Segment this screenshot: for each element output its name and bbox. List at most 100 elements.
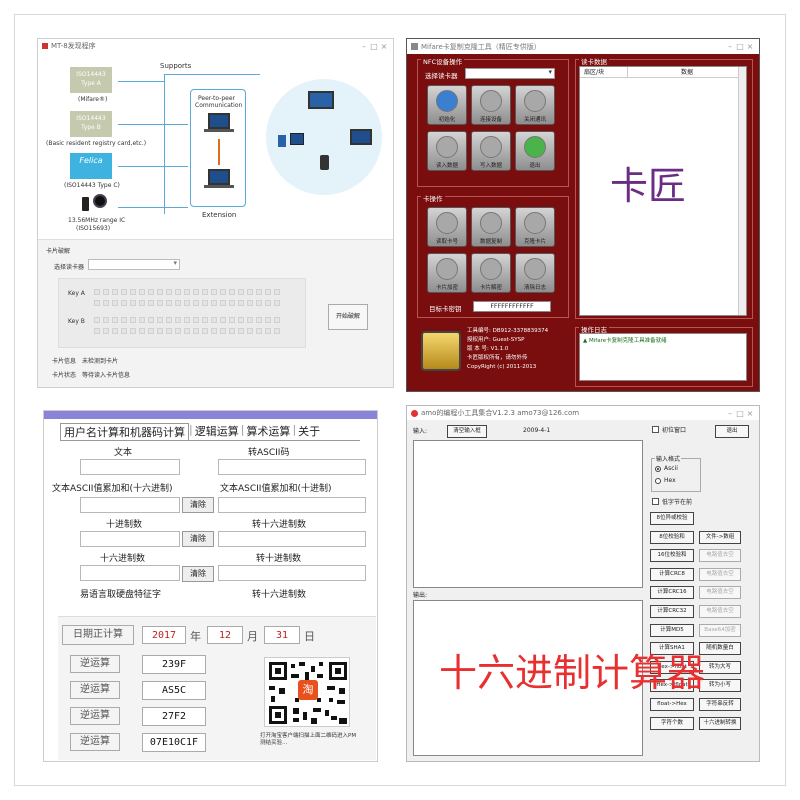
tool-button[interactable]: 8位异或校验 xyxy=(650,512,694,525)
data-table[interactable]: 扇区/块 数据 卡匠 xyxy=(579,66,747,316)
key-b-grid-row2[interactable] xyxy=(94,328,280,334)
tool-button[interactable]: 8位校验和 xyxy=(650,530,694,544)
result-1[interactable]: 239F xyxy=(142,655,206,674)
read-button[interactable]: 读入数据 xyxy=(427,131,467,171)
minimize-icon[interactable]: – xyxy=(725,42,735,51)
tool-button[interactable]: 计算CRC16 xyxy=(650,586,694,600)
clear-button[interactable]: 清除 xyxy=(182,566,214,582)
tool-button[interactable]: 随机数量白 xyxy=(699,642,741,656)
year-input[interactable]: 2017 xyxy=(142,626,186,644)
info-box: 工具编号: DB912-3378839374 授权用户: Guest-SYSP … xyxy=(467,327,571,387)
tool-button[interactable]: 电路值去空 xyxy=(699,567,741,581)
result-3[interactable]: 27F2 xyxy=(142,707,206,726)
month-input[interactable]: 12 xyxy=(207,626,243,644)
decrypt-card-button[interactable]: 卡片解密 xyxy=(471,253,511,293)
tool-button[interactable]: 电路值去空 xyxy=(699,549,741,563)
close-comm-button[interactable]: 关闭通讯 xyxy=(515,85,555,125)
tool-button[interactable]: 计算CRC8 xyxy=(650,567,694,581)
ascii-output[interactable] xyxy=(218,459,366,475)
result-2[interactable]: AS5C xyxy=(142,681,206,700)
chip-caption: (Basic resident registry card,etc.) xyxy=(46,140,147,147)
tab-logic[interactable]: 逻辑运算 xyxy=(193,423,241,440)
tab-arith[interactable]: 算术运算 xyxy=(244,423,292,440)
input-textarea[interactable] xyxy=(413,440,643,588)
tab-username[interactable]: 用户名计算和机器码计算 xyxy=(60,423,189,440)
topmost-checkbox[interactable] xyxy=(652,426,659,433)
rfid-chip-icon xyxy=(82,197,89,211)
log-box[interactable]: ▲ Mifare卡复制克隆工具准备就绪 xyxy=(579,333,747,381)
monitor-icon xyxy=(308,91,334,109)
tool-button[interactable]: 转为小写 xyxy=(699,679,741,693)
clone-card-button[interactable]: 克隆卡片 xyxy=(515,207,555,247)
clear-button[interactable]: 清除 xyxy=(182,497,214,513)
sum-hex-output[interactable] xyxy=(80,497,180,513)
key-a-grid-row2[interactable] xyxy=(94,300,280,306)
laptop-icon xyxy=(350,129,372,145)
copy-data-button[interactable]: 数据复制 xyxy=(471,207,511,247)
clear-log-button[interactable]: 清除日志 xyxy=(515,253,555,293)
ascii-radio[interactable] xyxy=(655,466,661,472)
exit-button[interactable]: 退出 xyxy=(515,131,555,171)
close-icon[interactable]: × xyxy=(379,42,389,51)
mobile-icon xyxy=(320,155,329,170)
tool-button[interactable]: float->Hex xyxy=(650,698,694,711)
tab-about[interactable]: 关于 xyxy=(296,423,322,440)
tool-button[interactable]: 十六进制转换 xyxy=(699,716,741,730)
lowercase-checkbox[interactable] xyxy=(652,498,659,505)
tool-button[interactable]: 计算MD5 xyxy=(650,623,694,637)
reverse-button[interactable]: 逆运算 xyxy=(70,681,120,699)
text-input[interactable] xyxy=(80,459,180,475)
tool-button[interactable]: 16位校验和 xyxy=(650,549,694,563)
reverse-button[interactable]: 逆运算 xyxy=(70,655,120,673)
tool-button[interactable]: 字符串反转 xyxy=(699,698,741,711)
maximize-icon[interactable]: □ xyxy=(735,409,745,418)
tool-button[interactable]: 字符个数 xyxy=(650,716,694,730)
clear-input-button[interactable]: 清空输入框 xyxy=(447,425,487,438)
lock-icon xyxy=(436,258,458,280)
init-button[interactable]: 初始化 xyxy=(427,85,467,125)
key-a-grid[interactable] xyxy=(94,289,280,295)
info-line: 工具编号: DB912-3378839374 xyxy=(467,328,549,334)
hex-input[interactable] xyxy=(80,565,180,581)
dec-output[interactable] xyxy=(218,565,366,581)
exit-button[interactable]: 退出 xyxy=(715,425,749,438)
day-input[interactable]: 31 xyxy=(264,626,300,644)
maximize-icon[interactable]: □ xyxy=(735,42,745,51)
encrypt-card-button[interactable]: 卡片加密 xyxy=(427,253,467,293)
reverse-button[interactable]: 逆运算 xyxy=(70,707,120,725)
target-key-input[interactable]: FFFFFFFFFFFF xyxy=(473,301,551,312)
crack-button[interactable]: 开始破解 xyxy=(328,304,368,330)
maximize-icon[interactable]: □ xyxy=(369,42,379,51)
sum-dec-output[interactable] xyxy=(218,497,366,513)
tool-button[interactable]: 电路值去空 xyxy=(699,605,741,618)
clear-button[interactable]: 清除 xyxy=(182,531,214,547)
hex-radio[interactable] xyxy=(655,478,661,484)
close-icon[interactable]: × xyxy=(745,409,755,418)
result-4[interactable]: 07E10C1F xyxy=(142,733,206,752)
key-b-grid[interactable] xyxy=(94,317,280,323)
reader-select[interactable]: ▾ xyxy=(88,259,180,270)
close-icon[interactable]: × xyxy=(745,42,755,51)
tool-button[interactable]: Base64加密 xyxy=(699,623,741,637)
tool-button[interactable]: 电路值去空 xyxy=(699,586,741,600)
read-card-id-button[interactable]: 读取卡号 xyxy=(427,207,467,247)
minimize-icon[interactable]: – xyxy=(359,42,369,51)
reader-select[interactable]: ▾ xyxy=(465,68,555,79)
table-scrollbar[interactable] xyxy=(738,67,746,315)
tool-button[interactable]: 文件->数组 xyxy=(699,530,741,544)
hex-output[interactable] xyxy=(218,531,366,547)
write-button[interactable]: 写入数据 xyxy=(471,131,511,171)
watermark: 十六进制计算器 xyxy=(439,651,706,695)
chip-felica: Felica xyxy=(70,153,112,179)
p2p-caption: Peer-to-peer xyxy=(198,95,235,102)
date-calc-button[interactable]: 日期正计算 xyxy=(62,625,134,645)
connect-button[interactable]: 连接设备 xyxy=(471,85,511,125)
tool-button[interactable]: 转为大写 xyxy=(699,660,741,674)
reverse-button[interactable]: 逆运算 xyxy=(70,733,120,751)
format-group xyxy=(651,458,701,492)
dec-input[interactable] xyxy=(80,531,180,547)
qr-caption: 打开淘宝客户端扫描上面二维码进入PM测结买验… xyxy=(260,733,357,746)
tool-button[interactable]: 计算CRC32 xyxy=(650,605,694,618)
hex-label: Hex xyxy=(664,477,676,484)
minimize-icon[interactable]: – xyxy=(725,409,735,418)
